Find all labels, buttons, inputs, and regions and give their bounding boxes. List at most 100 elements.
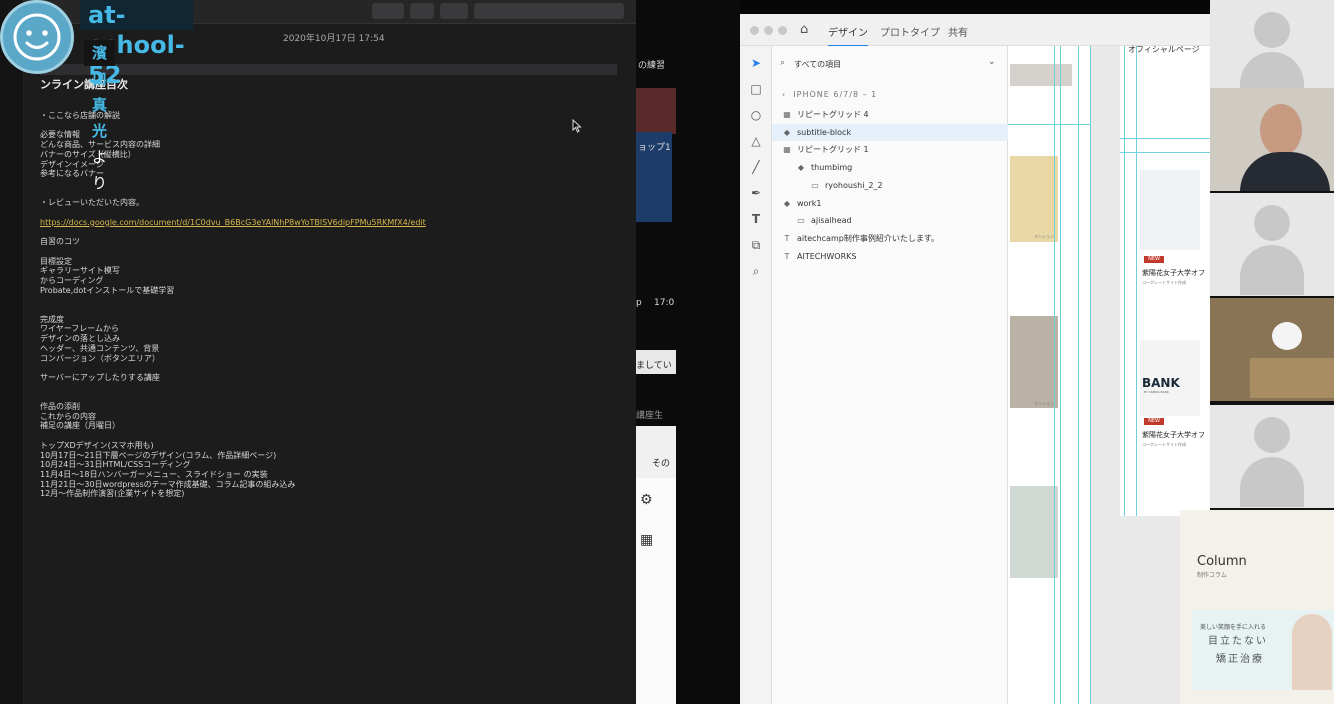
- video-gallery: [1210, 0, 1334, 510]
- layer-row[interactable]: ◆ work1: [772, 195, 1008, 212]
- participant-tile-speaker[interactable]: [1210, 88, 1334, 191]
- mouse-cursor-icon: [572, 119, 582, 133]
- toolbar-button[interactable]: [372, 3, 404, 19]
- background-desktop: の練習 ョップ1 17:0 p ましてい 講座生 その ⚙ ▦: [636, 0, 740, 704]
- maximize-window-button[interactable]: [778, 26, 787, 35]
- design-preview: Column 制作コラム 美しい笑顔を手に入れる 目立たない 矯正治療: [1180, 510, 1334, 704]
- banner-title: 目立たない: [1208, 636, 1268, 647]
- layer-filter[interactable]: ⌕ すべての項目 ⌄: [778, 56, 1002, 74]
- note-line: 自習のコツ: [40, 237, 80, 247]
- grid-icon[interactable]: ▦: [640, 532, 653, 548]
- close-window-button[interactable]: [750, 26, 759, 35]
- participant-tile[interactable]: [1210, 405, 1334, 508]
- line-tool-icon[interactable]: ╱: [749, 160, 763, 174]
- note-link[interactable]: https://docs.google.com/document/d/1C0dv…: [40, 218, 426, 228]
- component-icon: ◆: [783, 198, 791, 208]
- participant-tile-cat[interactable]: [1210, 298, 1334, 401]
- layout-grid-line: [1054, 46, 1055, 704]
- note-line: 12月〜作品制作演習(企業サイトを想定): [40, 489, 185, 499]
- screen: 2020年10月17日 17:54 ンライン講座目次 ・ここなら店舗の解説 必要な…: [0, 0, 1334, 704]
- layer-label: aitechcamp制作事例紹介いたします。: [797, 233, 940, 243]
- note-line: 必要な情報: [40, 130, 80, 140]
- notes-sidebar: [0, 0, 24, 704]
- component-icon: ◆: [783, 127, 791, 137]
- layout-grid-line: [1060, 46, 1061, 704]
- layers-panel: ⌕ すべての項目 ⌄ ‹ IPHONE 6/7/8 – 1 ▦ リピートグリッド …: [772, 46, 1008, 704]
- note-line: 10月17日〜21日下層ページのデザイン(コラム、作品詳細ページ): [40, 450, 277, 460]
- toolbar-button[interactable]: [410, 3, 434, 19]
- layer-row[interactable]: ▦ リピートグリッド 4: [772, 106, 1008, 123]
- desktop-label: p: [636, 298, 642, 308]
- search-field[interactable]: [474, 3, 624, 19]
- desktop-thumbnail: [636, 88, 676, 134]
- new-badge: NEW: [1144, 418, 1164, 425]
- toolbar-button[interactable]: [440, 3, 468, 19]
- desktop-window-fragment: [636, 426, 676, 478]
- layer-label: work1: [797, 198, 822, 208]
- desktop-label: の練習: [638, 61, 666, 71]
- sender-name: 濱口 真光: [92, 44, 108, 140]
- layer-row[interactable]: ▭ ajisaihead: [772, 212, 1008, 229]
- card-subtitle: コーポレートサイト作成: [1142, 280, 1186, 285]
- note-line: Probate,dotインストールで基礎学習: [40, 285, 175, 295]
- layer-row[interactable]: Taitechcamp制作事例紹介いたします。: [772, 230, 1008, 247]
- chevron-left-icon: ‹: [782, 90, 787, 99]
- layer-filter-label: すべての項目: [794, 60, 842, 69]
- rectangle-tool-icon[interactable]: □: [749, 82, 763, 96]
- layout-grid-line: [1008, 124, 1090, 125]
- card-title: 紫陽花女子大学オフ: [1142, 431, 1205, 439]
- note-line: 11月4日〜18日ハンバーガーメニュー、スライドショー の実装: [40, 469, 268, 479]
- layout-grid-line: [1124, 46, 1125, 516]
- note-timestamp: 2020年10月17日 17:54: [283, 34, 385, 44]
- note-line: 完成度: [40, 314, 64, 324]
- zoom-tool-icon[interactable]: ⌕: [749, 264, 763, 278]
- cat-video: [1250, 358, 1334, 398]
- banner-headline: 美しい笑顔を手に入れる: [1200, 624, 1267, 631]
- gear-icon[interactable]: ⚙: [640, 492, 653, 508]
- bank-logo-sub: BY ASIBKA BANK: [1144, 390, 1169, 394]
- layer-row[interactable]: ▦ リピートグリッド 1: [772, 141, 1008, 158]
- xd-window: ⌂ デザイン プロトタイプ 共有 ➤ □ ○ △ ╱ ✒ T ⧉ ⌕ ⌕ すべて…: [740, 14, 1210, 704]
- note-line: コンバージョン（ボタンエリア）: [40, 353, 160, 363]
- layout-grid-line: [1090, 46, 1091, 704]
- work-thumbnail: [1010, 316, 1058, 408]
- ellipse-tool-icon[interactable]: ○: [749, 108, 763, 122]
- note-line: バナーのサイズ（縦横比）: [40, 149, 136, 159]
- home-icon[interactable]: ⌂: [800, 22, 808, 37]
- layer-label: リピートグリッド 4: [797, 110, 869, 119]
- layer-row[interactable]: ▭ ryohoushi_2_2: [772, 177, 1008, 194]
- minimize-window-button[interactable]: [764, 26, 773, 35]
- card-title: 紫陽花女子大学オフ: [1142, 269, 1205, 277]
- layer-row[interactable]: T AITECHWORKS: [772, 248, 1008, 265]
- participant-tile[interactable]: [1210, 193, 1334, 296]
- layer-label: AITECHWORKS: [797, 251, 857, 261]
- artboard-tool-icon[interactable]: ⧉: [749, 238, 763, 252]
- banner-title: 矯正治療: [1216, 654, 1264, 665]
- layer-row[interactable]: ◆ thumbimg: [772, 159, 1008, 176]
- avatar-placeholder-body: [1240, 245, 1304, 295]
- note-line: からコーディング: [40, 275, 104, 285]
- pen-tool-icon[interactable]: ✒: [749, 186, 763, 200]
- select-tool-icon[interactable]: ➤: [749, 56, 763, 70]
- tab-design[interactable]: デザイン: [828, 24, 868, 47]
- username: at-school-52: [80, 0, 193, 89]
- work-tag: マンション: [1034, 234, 1054, 239]
- note-line: 10月24日〜31日HTML/CSSコーディング: [40, 460, 191, 470]
- artboard-title: オフィシャルページ: [1128, 45, 1200, 54]
- text-tool-icon[interactable]: T: [749, 212, 763, 226]
- layer-row[interactable]: ◆ subtitle-block: [772, 123, 1008, 141]
- work-thumbnail: [1010, 156, 1058, 242]
- new-badge: NEW: [1144, 256, 1164, 263]
- note-line: サーバーにアップしたりする講座: [40, 372, 160, 382]
- layout-grid-line: [1120, 152, 1210, 153]
- tab-prototype[interactable]: プロトタイプ: [880, 24, 940, 39]
- polygon-tool-icon[interactable]: △: [749, 134, 763, 148]
- layer-label: リピートグリッド 1: [797, 145, 869, 155]
- note-line: 目標設定: [40, 256, 72, 266]
- smiley-face-icon: [13, 13, 61, 61]
- bank-logo: BANK: [1142, 376, 1180, 390]
- sender-line: 濱口 真光より: [84, 40, 116, 192]
- image-icon: ▭: [797, 216, 805, 226]
- tab-share[interactable]: 共有: [948, 24, 968, 39]
- artboard-breadcrumb[interactable]: ‹ IPHONE 6/7/8 – 1: [782, 90, 877, 99]
